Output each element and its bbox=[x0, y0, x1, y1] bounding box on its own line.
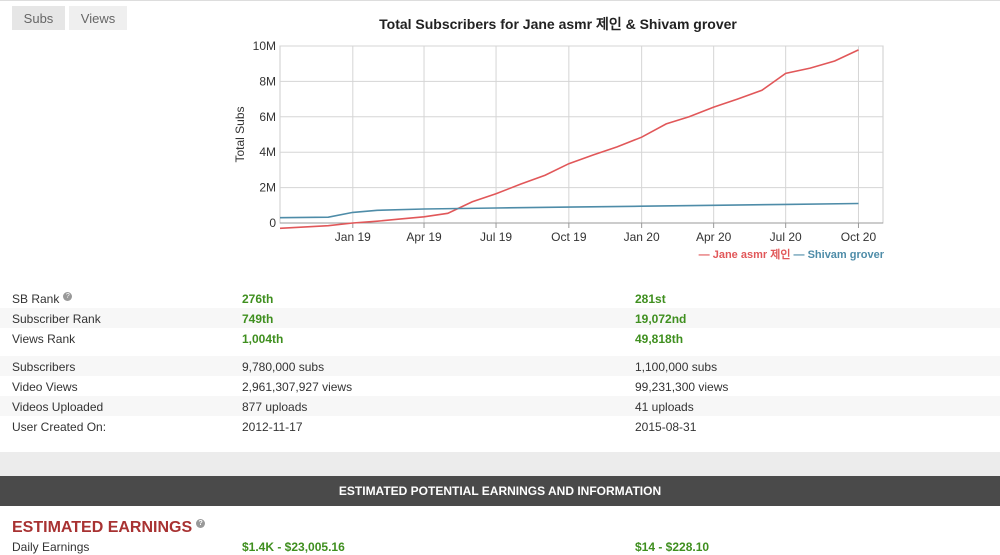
stat-value-1: 276th bbox=[242, 292, 274, 306]
x-tick-label: Jan 19 bbox=[335, 230, 371, 244]
stat-value-1: 1,004th bbox=[242, 332, 284, 346]
legend-label-2: Shivam grover bbox=[807, 249, 884, 261]
earnings-row-daily: Daily Earnings $1.4K - $23,005.16 $14 - … bbox=[0, 536, 1000, 555]
earnings-label: Daily Earnings bbox=[12, 540, 90, 554]
stat-row-subscribers: Subscribers 9,780,000 subs 1,100,000 sub… bbox=[0, 356, 1000, 376]
y-tick-label: 6M bbox=[259, 110, 276, 124]
stat-row-video-views: Video Views 2,961,307,927 views 99,231,3… bbox=[0, 376, 1000, 396]
legend-label-1: Jane asmr 제인 bbox=[712, 249, 791, 261]
y-tick-label: 4M bbox=[259, 145, 276, 159]
stats-spacer bbox=[0, 348, 1000, 356]
y-tick-label: 2M bbox=[259, 181, 276, 195]
stats-table: SB Rank? 276th 281st Subscriber Rank 749… bbox=[0, 288, 1000, 436]
stat-value-1: 2012-11-17 bbox=[242, 420, 303, 434]
tab-subs[interactable]: Subs bbox=[12, 6, 65, 30]
stat-value-2: 281st bbox=[635, 292, 666, 306]
earnings-value-2: $14 - $228.10 bbox=[635, 540, 710, 554]
legend-series-2[interactable]: — Shivam grover bbox=[794, 249, 884, 261]
top-divider bbox=[0, 0, 1000, 6]
stat-label: Video Views bbox=[12, 380, 78, 394]
x-tick-label: Oct 20 bbox=[841, 230, 877, 244]
stat-row-user-created: User Created On: 2012-11-17 2015-08-31 bbox=[0, 416, 1000, 436]
estimated-earnings-heading: ESTIMATED EARNINGS bbox=[12, 519, 193, 536]
chart-canvas: 0 2M 4M 6M 8M 10M Jan 19 Apr 19 Jul 19 Oct 19 Jan … bbox=[233, 39, 884, 244]
section-header-bar: ESTIMATED POTENTIAL EARNINGS AND INFORMA… bbox=[0, 476, 1000, 506]
stat-value-2: 99,231,300 views bbox=[635, 380, 729, 394]
x-tick-label: Oct 19 bbox=[551, 230, 587, 244]
stat-label: Subscribers bbox=[12, 360, 76, 374]
chart-title: Total Subscribers for Jane asmr 제인 & Shi… bbox=[379, 16, 737, 32]
legend-series-1[interactable]: — Jane asmr 제인 bbox=[699, 249, 791, 261]
stat-value-2: 41 uploads bbox=[635, 400, 694, 414]
y-tick-label: 10M bbox=[253, 39, 276, 53]
stat-value-1: 877 uploads bbox=[242, 400, 308, 414]
subscriber-chart: Total Subscribers for Jane asmr 제인 & Shi… bbox=[228, 8, 900, 270]
x-tick-label: Apr 19 bbox=[406, 230, 442, 244]
tab-views[interactable]: Views bbox=[69, 6, 127, 30]
stat-row-subscriber-rank: Subscriber Rank 749th 19,072nd bbox=[0, 308, 1000, 328]
stat-label: Videos Uploaded bbox=[12, 400, 104, 414]
stat-label: User Created On: bbox=[12, 420, 107, 434]
stat-value-2: 49,818th bbox=[635, 332, 684, 346]
stat-value-1: 749th bbox=[242, 312, 274, 326]
stat-value-2: 1,100,000 subs bbox=[635, 360, 718, 374]
y-tick-label: 8M bbox=[259, 74, 276, 88]
stat-label-text: SB Rank bbox=[12, 292, 60, 306]
stat-row-sb-rank: SB Rank? 276th 281st bbox=[0, 288, 1000, 308]
earnings-value-1: $1.4K - $23,005.16 bbox=[242, 540, 345, 554]
stat-label: SB Rank? bbox=[12, 292, 73, 306]
help-icon[interactable]: ? bbox=[196, 519, 206, 528]
x-tick-label: Jan 20 bbox=[624, 230, 660, 244]
x-tick-label: Jul 19 bbox=[480, 230, 512, 244]
chart-tabs: Subs Views bbox=[12, 6, 127, 30]
stat-label: Views Rank bbox=[12, 332, 76, 346]
x-tick-label: Apr 20 bbox=[696, 230, 732, 244]
section-spacer-band bbox=[0, 452, 1000, 476]
stat-value-1: 2,961,307,927 views bbox=[242, 380, 353, 394]
stat-value-2: 2015-08-31 bbox=[635, 420, 697, 434]
stat-value-2: 19,072nd bbox=[635, 312, 687, 326]
y-tick-label: 0 bbox=[269, 216, 276, 230]
estimated-earnings-title: ESTIMATED EARNINGS? bbox=[12, 519, 206, 537]
stat-label: Subscriber Rank bbox=[12, 312, 101, 326]
chart-legend: — Jane asmr 제인 — Shivam grover bbox=[699, 246, 884, 262]
stat-value-1: 9,780,000 subs bbox=[242, 360, 325, 374]
stat-row-videos-uploaded: Videos Uploaded 877 uploads 41 uploads bbox=[0, 396, 1000, 416]
y-axis-label: Total Subs bbox=[233, 106, 247, 162]
x-tick-label: Jul 20 bbox=[770, 230, 802, 244]
stat-row-views-rank: Views Rank 1,004th 49,818th bbox=[0, 328, 1000, 348]
help-icon[interactable]: ? bbox=[63, 292, 73, 301]
